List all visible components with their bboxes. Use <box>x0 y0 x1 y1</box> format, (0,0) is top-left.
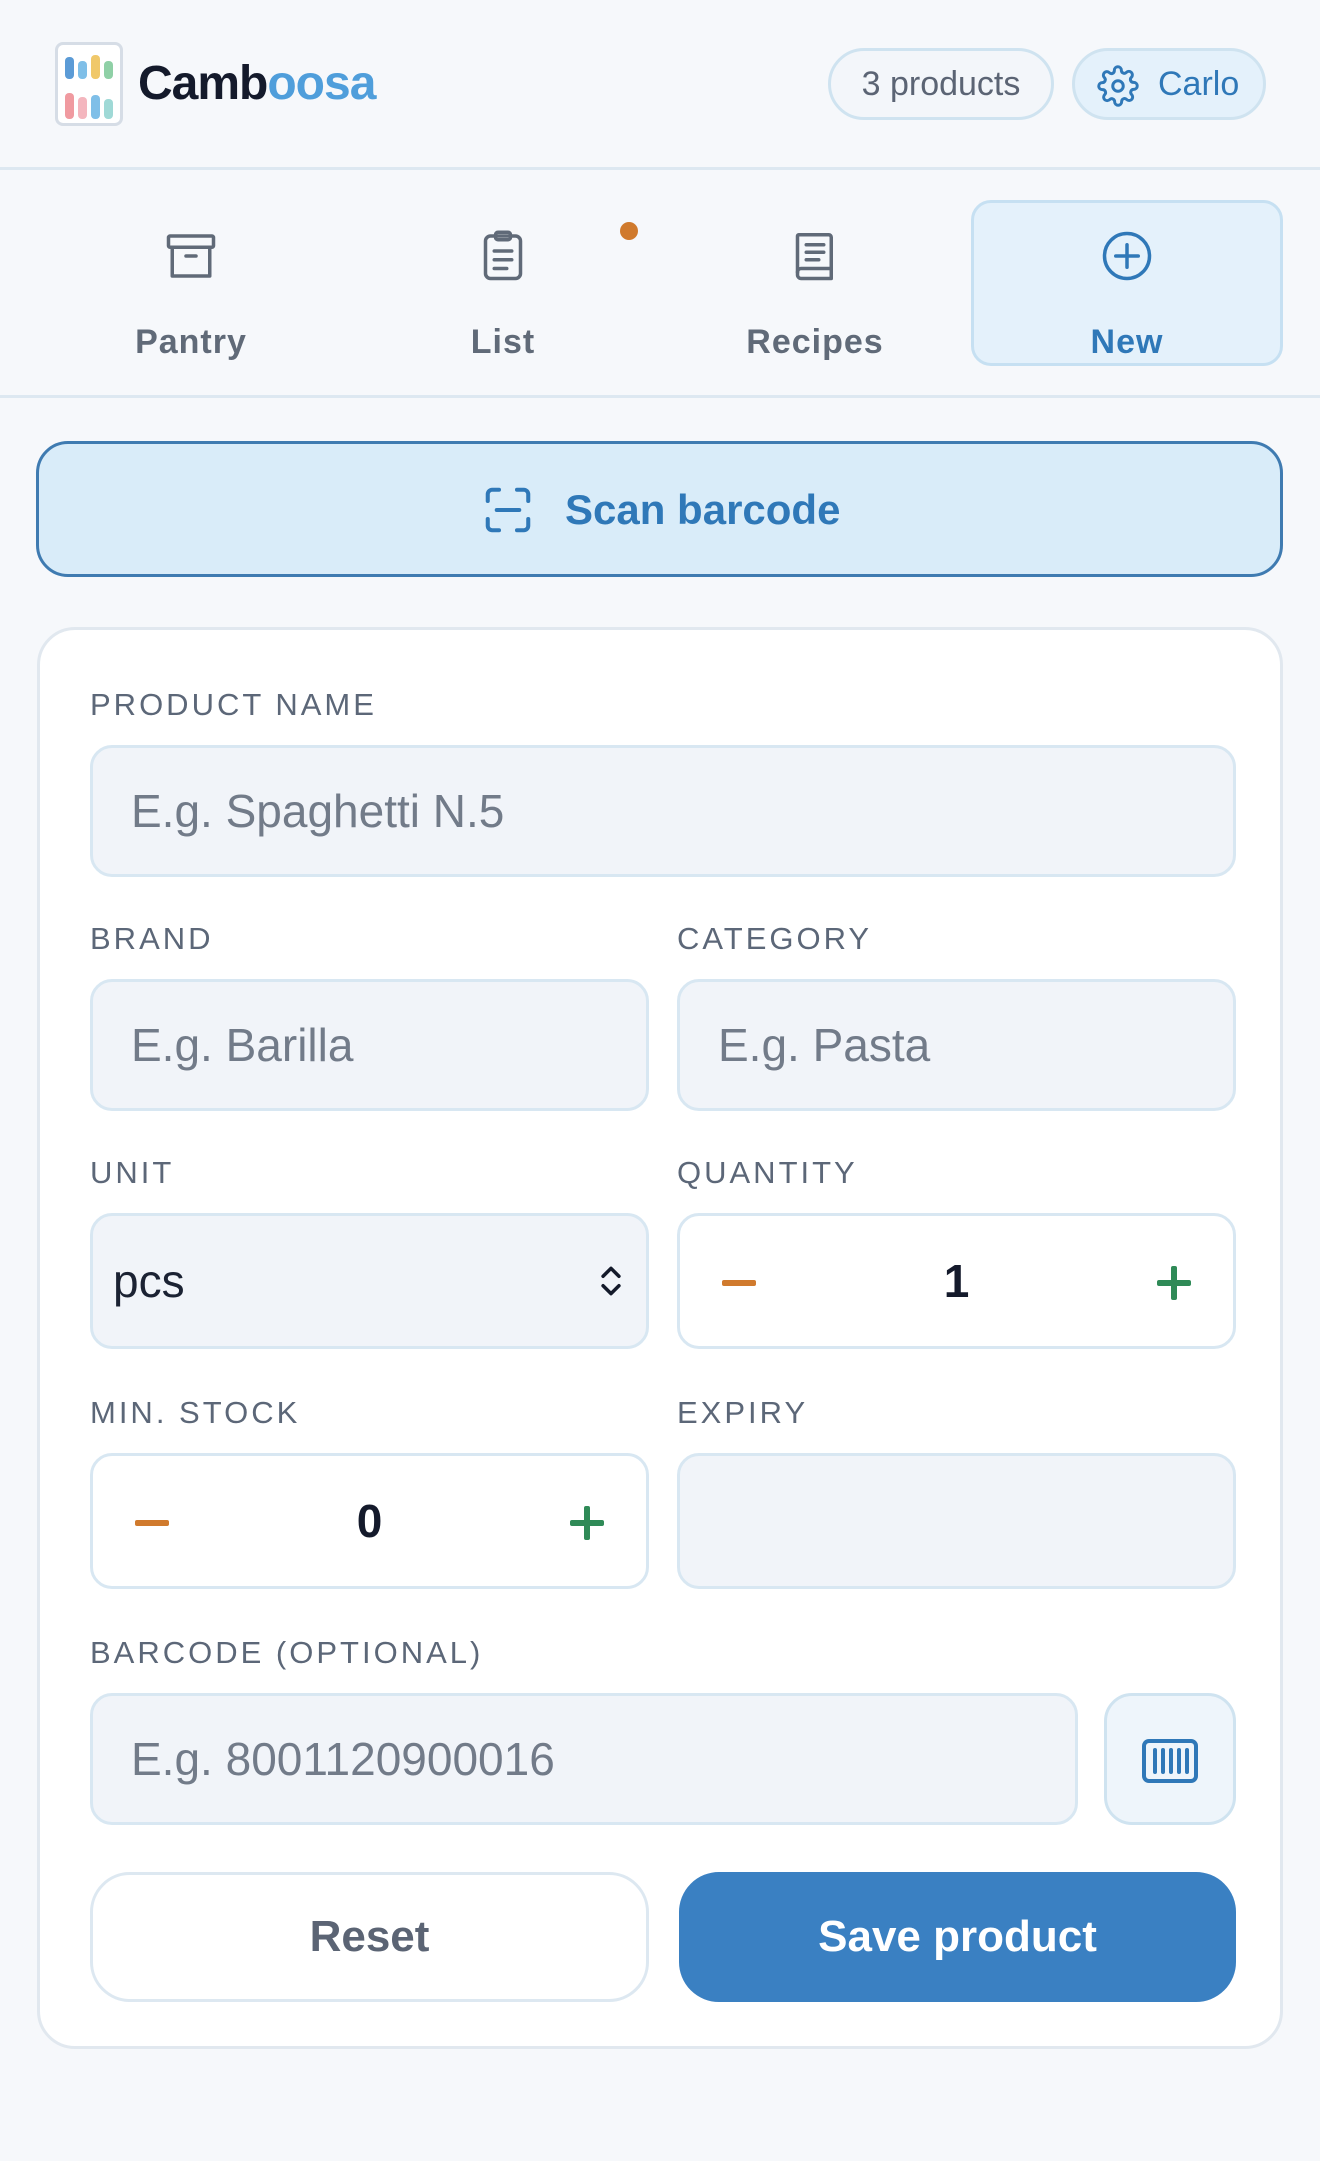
plus-circle-icon <box>1102 231 1152 281</box>
gear-icon <box>1097 65 1139 107</box>
min-stock-stepper: 0 <box>90 1453 649 1589</box>
tab-recipes-label: Recipes <box>746 323 884 361</box>
category-label: CATEGORY <box>677 921 873 956</box>
new-product-form: PRODUCT NAME E.g. Spaghetti N.5 BRAND E.… <box>37 627 1283 2049</box>
book-icon <box>795 233 833 281</box>
category-input[interactable]: E.g. Pasta <box>677 979 1236 1111</box>
expiry-label: EXPIRY <box>677 1395 809 1430</box>
tab-new-label: New <box>1090 323 1164 361</box>
app-header: Camboosa 3 products Carlo <box>0 0 1320 170</box>
user-settings-button[interactable]: Carlo <box>1072 48 1266 120</box>
quantity-stepper: 1 <box>677 1213 1236 1349</box>
scan-barcode-label: Scan barcode <box>565 486 841 533</box>
barcode-label: BARCODE (OPTIONAL) <box>90 1635 484 1670</box>
unit-select[interactable]: pcs <box>90 1213 649 1349</box>
unit-label: UNIT <box>90 1155 175 1190</box>
app-logo-icon <box>55 42 123 126</box>
main-nav: Pantry List Recipes New <box>0 170 1320 398</box>
barcode-input[interactable]: E.g. 8001120900016 <box>90 1693 1078 1825</box>
clipboard-icon <box>483 230 523 281</box>
tab-list-label: List <box>470 323 536 361</box>
user-name: Carlo <box>1158 65 1240 103</box>
min-stock-label: MIN. STOCK <box>90 1395 301 1430</box>
min-stock-increment-button[interactable] <box>548 1456 608 1586</box>
tab-pantry-label: Pantry <box>135 323 247 361</box>
barcode-scan-button[interactable] <box>1104 1693 1236 1825</box>
brand-label: BRAND <box>90 921 214 956</box>
chevron-up-down-icon <box>601 1266 621 1296</box>
brand-part-blue: oosa <box>267 57 376 110</box>
product-name-input[interactable]: E.g. Spaghetti N.5 <box>90 745 1236 877</box>
tab-new[interactable]: New <box>971 200 1283 366</box>
product-name-label: PRODUCT NAME <box>90 687 377 722</box>
barcode-icon <box>1142 1739 1198 1783</box>
quantity-increment-button[interactable] <box>1135 1216 1195 1346</box>
tab-list[interactable]: List <box>347 200 659 366</box>
quantity-label: QUANTITY <box>677 1155 858 1190</box>
brand-part-dark: Camb <box>138 57 268 110</box>
app-brand-name: Camboosa <box>138 54 376 114</box>
archive-box-icon <box>166 234 216 278</box>
tab-recipes[interactable]: Recipes <box>659 200 971 366</box>
expiry-date-input[interactable] <box>677 1453 1236 1589</box>
list-notification-dot <box>620 222 638 240</box>
unit-select-value: pcs <box>113 1255 185 1307</box>
scan-icon <box>485 487 531 533</box>
products-count-badge[interactable]: 3 products <box>828 48 1054 120</box>
brand-input[interactable]: E.g. Barilla <box>90 979 649 1111</box>
scan-barcode-button[interactable]: Scan barcode <box>36 441 1283 577</box>
tab-pantry[interactable]: Pantry <box>35 200 347 366</box>
save-product-button[interactable]: Save product <box>679 1872 1236 2002</box>
reset-button[interactable]: Reset <box>90 1872 649 2002</box>
